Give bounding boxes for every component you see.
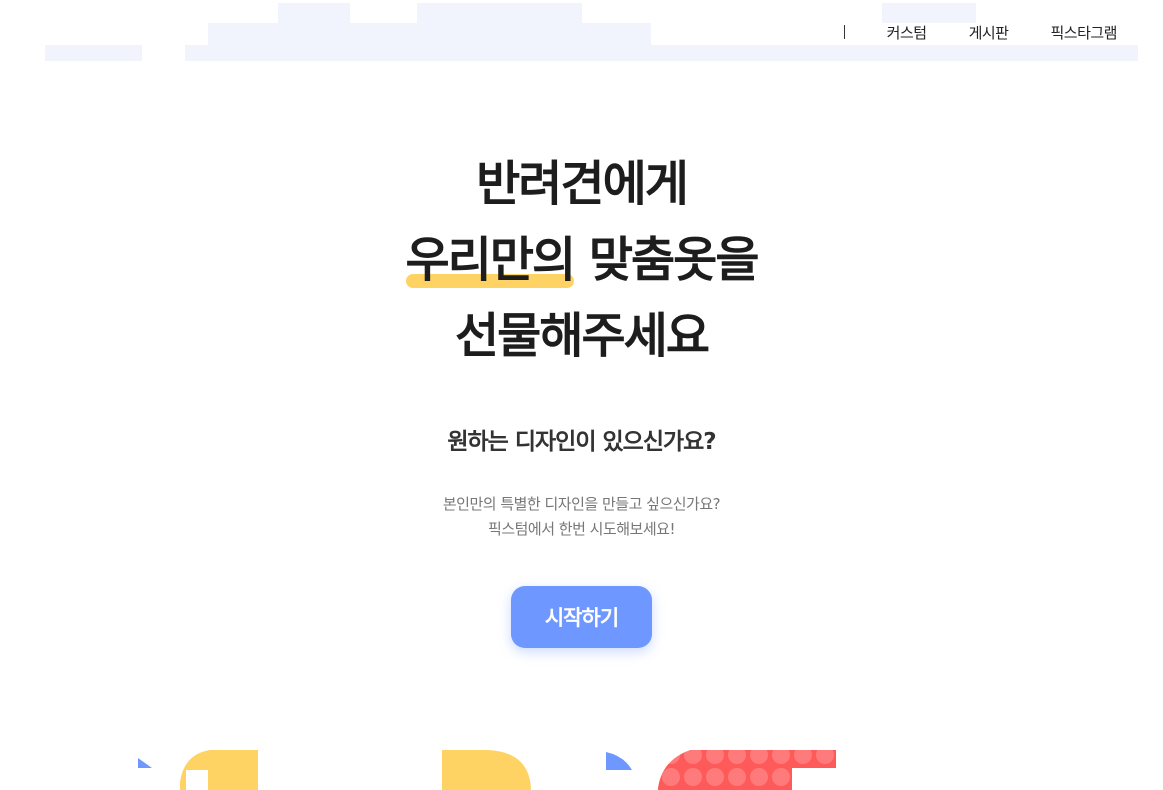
- start-button[interactable]: 시작하기: [511, 586, 652, 648]
- highlighted-text: 우리만의: [405, 232, 577, 288]
- hero-line-1: 반려견에게: [476, 156, 689, 212]
- white-notch-shape: [186, 770, 208, 790]
- header-block: [882, 3, 976, 23]
- decorative-illustration: [138, 750, 836, 790]
- nav-item-pickstagram[interactable]: 픽스타그램: [1050, 22, 1117, 43]
- description-line-2: 픽스텀에서 한번 시도해보세요!: [488, 520, 675, 538]
- header-block: [417, 3, 582, 23]
- nav-item-custom[interactable]: 커스텀: [887, 22, 927, 43]
- nav-divider: [843, 25, 845, 39]
- yellow-d-shape: [442, 750, 531, 790]
- description: 본인만의 특별한 디자인을 만들고 싶으신가요? 픽스텀에서 한번 시도해보세요…: [0, 492, 1163, 542]
- highlighted-phrase: 우리만의: [405, 222, 577, 298]
- top-nav: 커스텀 게시판 픽스타그램: [843, 21, 1117, 43]
- header-block: [45, 45, 142, 61]
- hero-line-2-rest: 맞춤옷을: [574, 232, 760, 288]
- white-cutout-shape: [792, 768, 836, 790]
- nav-item-board[interactable]: 게시판: [969, 22, 1009, 43]
- hero-heading: 반려견에게 우리만의 맞춤옷을 선물해주세요: [0, 146, 1163, 374]
- header-block: [185, 45, 1138, 61]
- blue-triangle-shape: [138, 758, 152, 768]
- section-subtitle: 원하는 디자인이 있으신가요?: [447, 429, 716, 455]
- header-block: [208, 23, 651, 46]
- hero-line-3: 선물해주세요: [455, 308, 710, 364]
- blue-quarter-shape: [606, 752, 632, 770]
- description-line-1: 본인만의 특별한 디자인을 만들고 싶으신가요?: [442, 495, 721, 513]
- hero-line-2: 우리만의 맞춤옷을: [0, 222, 1163, 298]
- landing-page: 커스텀 게시판 픽스타그램 반려견에게 우리만의 맞춤옷을 선물해주세요 원하는…: [0, 0, 1163, 790]
- header-block: [278, 3, 350, 23]
